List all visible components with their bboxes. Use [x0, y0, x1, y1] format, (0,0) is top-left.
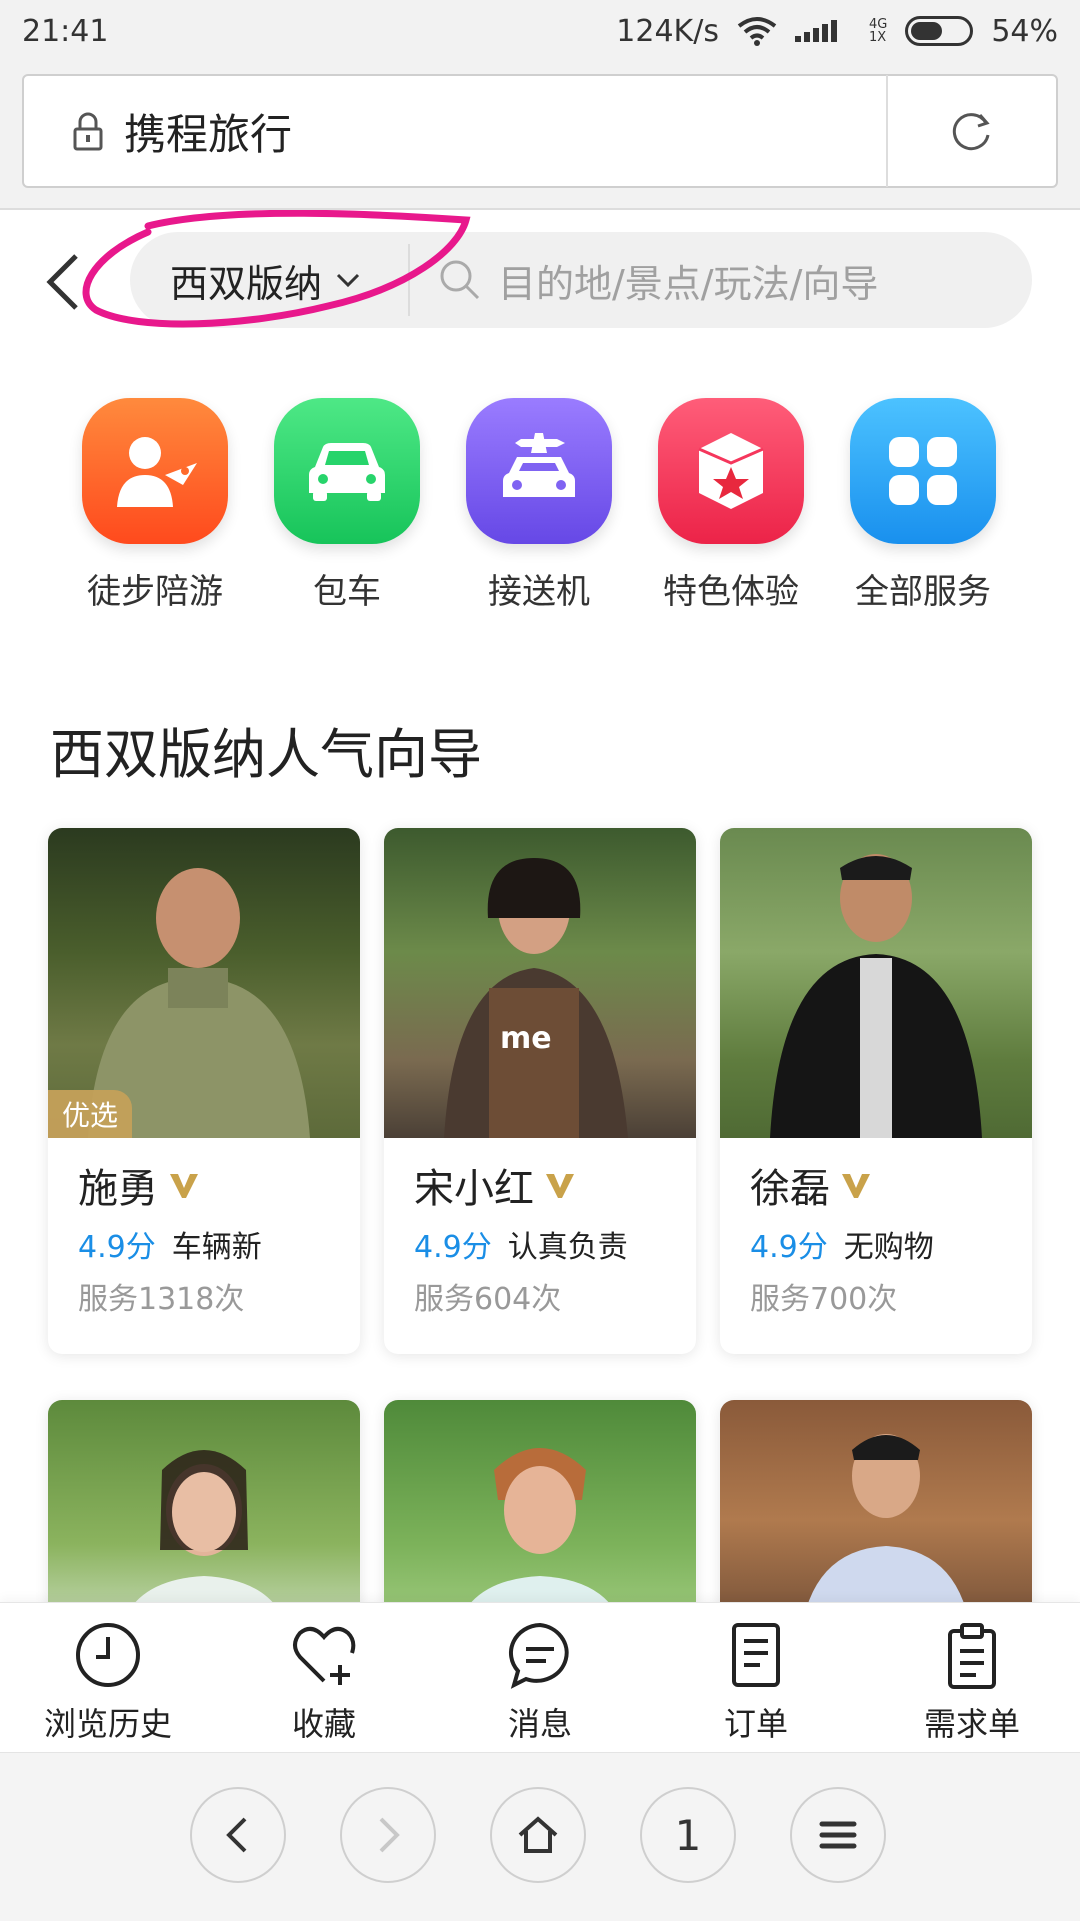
- guide-name-row: 宋小红: [414, 1156, 576, 1214]
- service-label: 包车: [313, 572, 381, 612]
- section-title: 西双版纳人气向导: [50, 723, 482, 786]
- guide-name: 施勇: [78, 1166, 158, 1212]
- refresh-icon[interactable]: [888, 109, 1056, 153]
- guide-tag: 车辆新: [171, 1230, 262, 1265]
- service-label: 接送机: [488, 572, 590, 612]
- service-label: 徒步陪游: [87, 572, 223, 612]
- star-box-icon: [658, 398, 804, 544]
- guide-name: 徐磊: [750, 1166, 830, 1212]
- annotation-circle: [82, 210, 471, 328]
- guide-card[interactable]: 优选 施勇 4.9分 车辆新 服务1318次: [48, 828, 360, 1354]
- guide-card[interactable]: me 宋小红 4.9分 认真负责 服务604次: [384, 828, 696, 1354]
- network-type: 4G 1X: [868, 17, 888, 45]
- browser-forward-button[interactable]: [340, 1787, 436, 1883]
- chevron-left-icon: [226, 1817, 247, 1853]
- battery-percent: 54%: [991, 13, 1058, 49]
- guide-meta: 4.9分 无购物: [750, 1222, 934, 1266]
- nav-label: 消息: [507, 1705, 572, 1743]
- nav-favorites[interactable]: 收藏: [216, 1621, 432, 1745]
- order-icon: [732, 1623, 780, 1687]
- guide-meta: 4.9分 车辆新: [78, 1222, 262, 1266]
- url-box[interactable]: 携程旅行: [22, 74, 1058, 188]
- guide-tag: 认真负责: [507, 1230, 628, 1265]
- verified-v-icon: [170, 1174, 198, 1198]
- nav-label: 浏览历史: [43, 1705, 172, 1743]
- url-title: 携程旅行: [124, 109, 293, 159]
- browser-toolbar: 1: [0, 1752, 1080, 1921]
- guide-rating: 4.9分: [414, 1230, 492, 1265]
- nav-messages[interactable]: 消息: [432, 1621, 648, 1745]
- guide-service-count: 服务604次: [414, 1282, 562, 1317]
- browser-back-button[interactable]: [190, 1787, 286, 1883]
- guide-rating: 4.9分: [78, 1230, 156, 1265]
- battery-icon: [905, 16, 974, 46]
- heart-plus-icon: [293, 1626, 356, 1685]
- service-label: 特色体验: [663, 572, 799, 612]
- message-icon: [509, 1622, 569, 1689]
- featured-badge: 优选: [48, 1090, 133, 1138]
- clipboard-icon: [948, 1623, 996, 1689]
- service-hiking-guide[interactable]: 徒步陪游: [60, 398, 250, 613]
- menu-icon: [819, 1821, 857, 1849]
- nav-label: 需求单: [923, 1705, 1020, 1743]
- service-airport-transfer[interactable]: 接送机: [444, 398, 634, 613]
- guide-name-row: 施勇: [78, 1156, 200, 1214]
- service-all-services[interactable]: 全部服务: [828, 398, 1018, 613]
- svg-text:me: me: [500, 1021, 552, 1056]
- service-label: 全部服务: [855, 572, 991, 612]
- nav-orders[interactable]: 订单: [648, 1621, 864, 1745]
- guide-card[interactable]: 徐磊 4.9分 无购物 服务700次: [720, 828, 1032, 1354]
- status-bar: 21:41 124K/s 4G 1X 54%: [0, 0, 1080, 62]
- guide-photo: 优选: [48, 828, 360, 1138]
- browser-menu-button[interactable]: [790, 1787, 886, 1883]
- clock-icon: [76, 1623, 140, 1687]
- chevron-right-icon: [379, 1817, 400, 1853]
- guide-meta: 4.9分 认真负责: [414, 1222, 628, 1266]
- guide-person-icon: [82, 398, 228, 544]
- guide-rating: 4.9分: [750, 1230, 828, 1265]
- guide-name-row: 徐磊: [750, 1156, 872, 1214]
- nav-label: 收藏: [291, 1705, 356, 1743]
- home-icon: [518, 1816, 558, 1853]
- service-charter-car[interactable]: 包车: [252, 398, 442, 613]
- verified-v-icon: [546, 1174, 574, 1198]
- browser-home-button[interactable]: [490, 1787, 586, 1883]
- nav-label: 订单: [723, 1705, 788, 1743]
- nav-browse-history[interactable]: 浏览历史: [0, 1621, 216, 1745]
- guide-photo: [720, 828, 1032, 1138]
- grid-icon: [850, 398, 996, 544]
- guide-photo: me: [384, 828, 696, 1138]
- search-placeholder[interactable]: 目的地/景点/玩法/向导: [498, 232, 878, 328]
- network-speed: 124K/s: [616, 13, 719, 49]
- verified-v-icon: [842, 1174, 870, 1198]
- guide-name: 宋小红: [414, 1166, 534, 1212]
- bottom-nav: 浏览历史 收藏 消息 订单 需求单: [0, 1602, 1080, 1753]
- car-icon: [274, 398, 420, 544]
- status-indicators: 124K/s 4G 1X 54%: [616, 14, 1058, 49]
- tab-count: 1: [674, 1810, 702, 1860]
- airport-transfer-icon: [466, 398, 612, 544]
- service-special-experience[interactable]: 特色体验: [636, 398, 826, 613]
- wifi-icon: [737, 17, 777, 46]
- browser-address-bar: 携程旅行: [0, 62, 1080, 210]
- signal-icon: [794, 20, 837, 42]
- guide-tag: 无购物: [843, 1230, 934, 1265]
- status-time: 21:41: [22, 13, 109, 49]
- guide-service-count: 服务700次: [750, 1282, 898, 1317]
- battery-fill: [911, 22, 942, 40]
- nav-requests[interactable]: 需求单: [864, 1621, 1080, 1745]
- browser-tabs-button[interactable]: 1: [640, 1787, 736, 1883]
- service-grid: 徒步陪游 包车 接送机 特色体验 全部服务: [0, 398, 1080, 618]
- guide-service-count: 服务1318次: [78, 1282, 245, 1317]
- lock-icon: [52, 111, 124, 151]
